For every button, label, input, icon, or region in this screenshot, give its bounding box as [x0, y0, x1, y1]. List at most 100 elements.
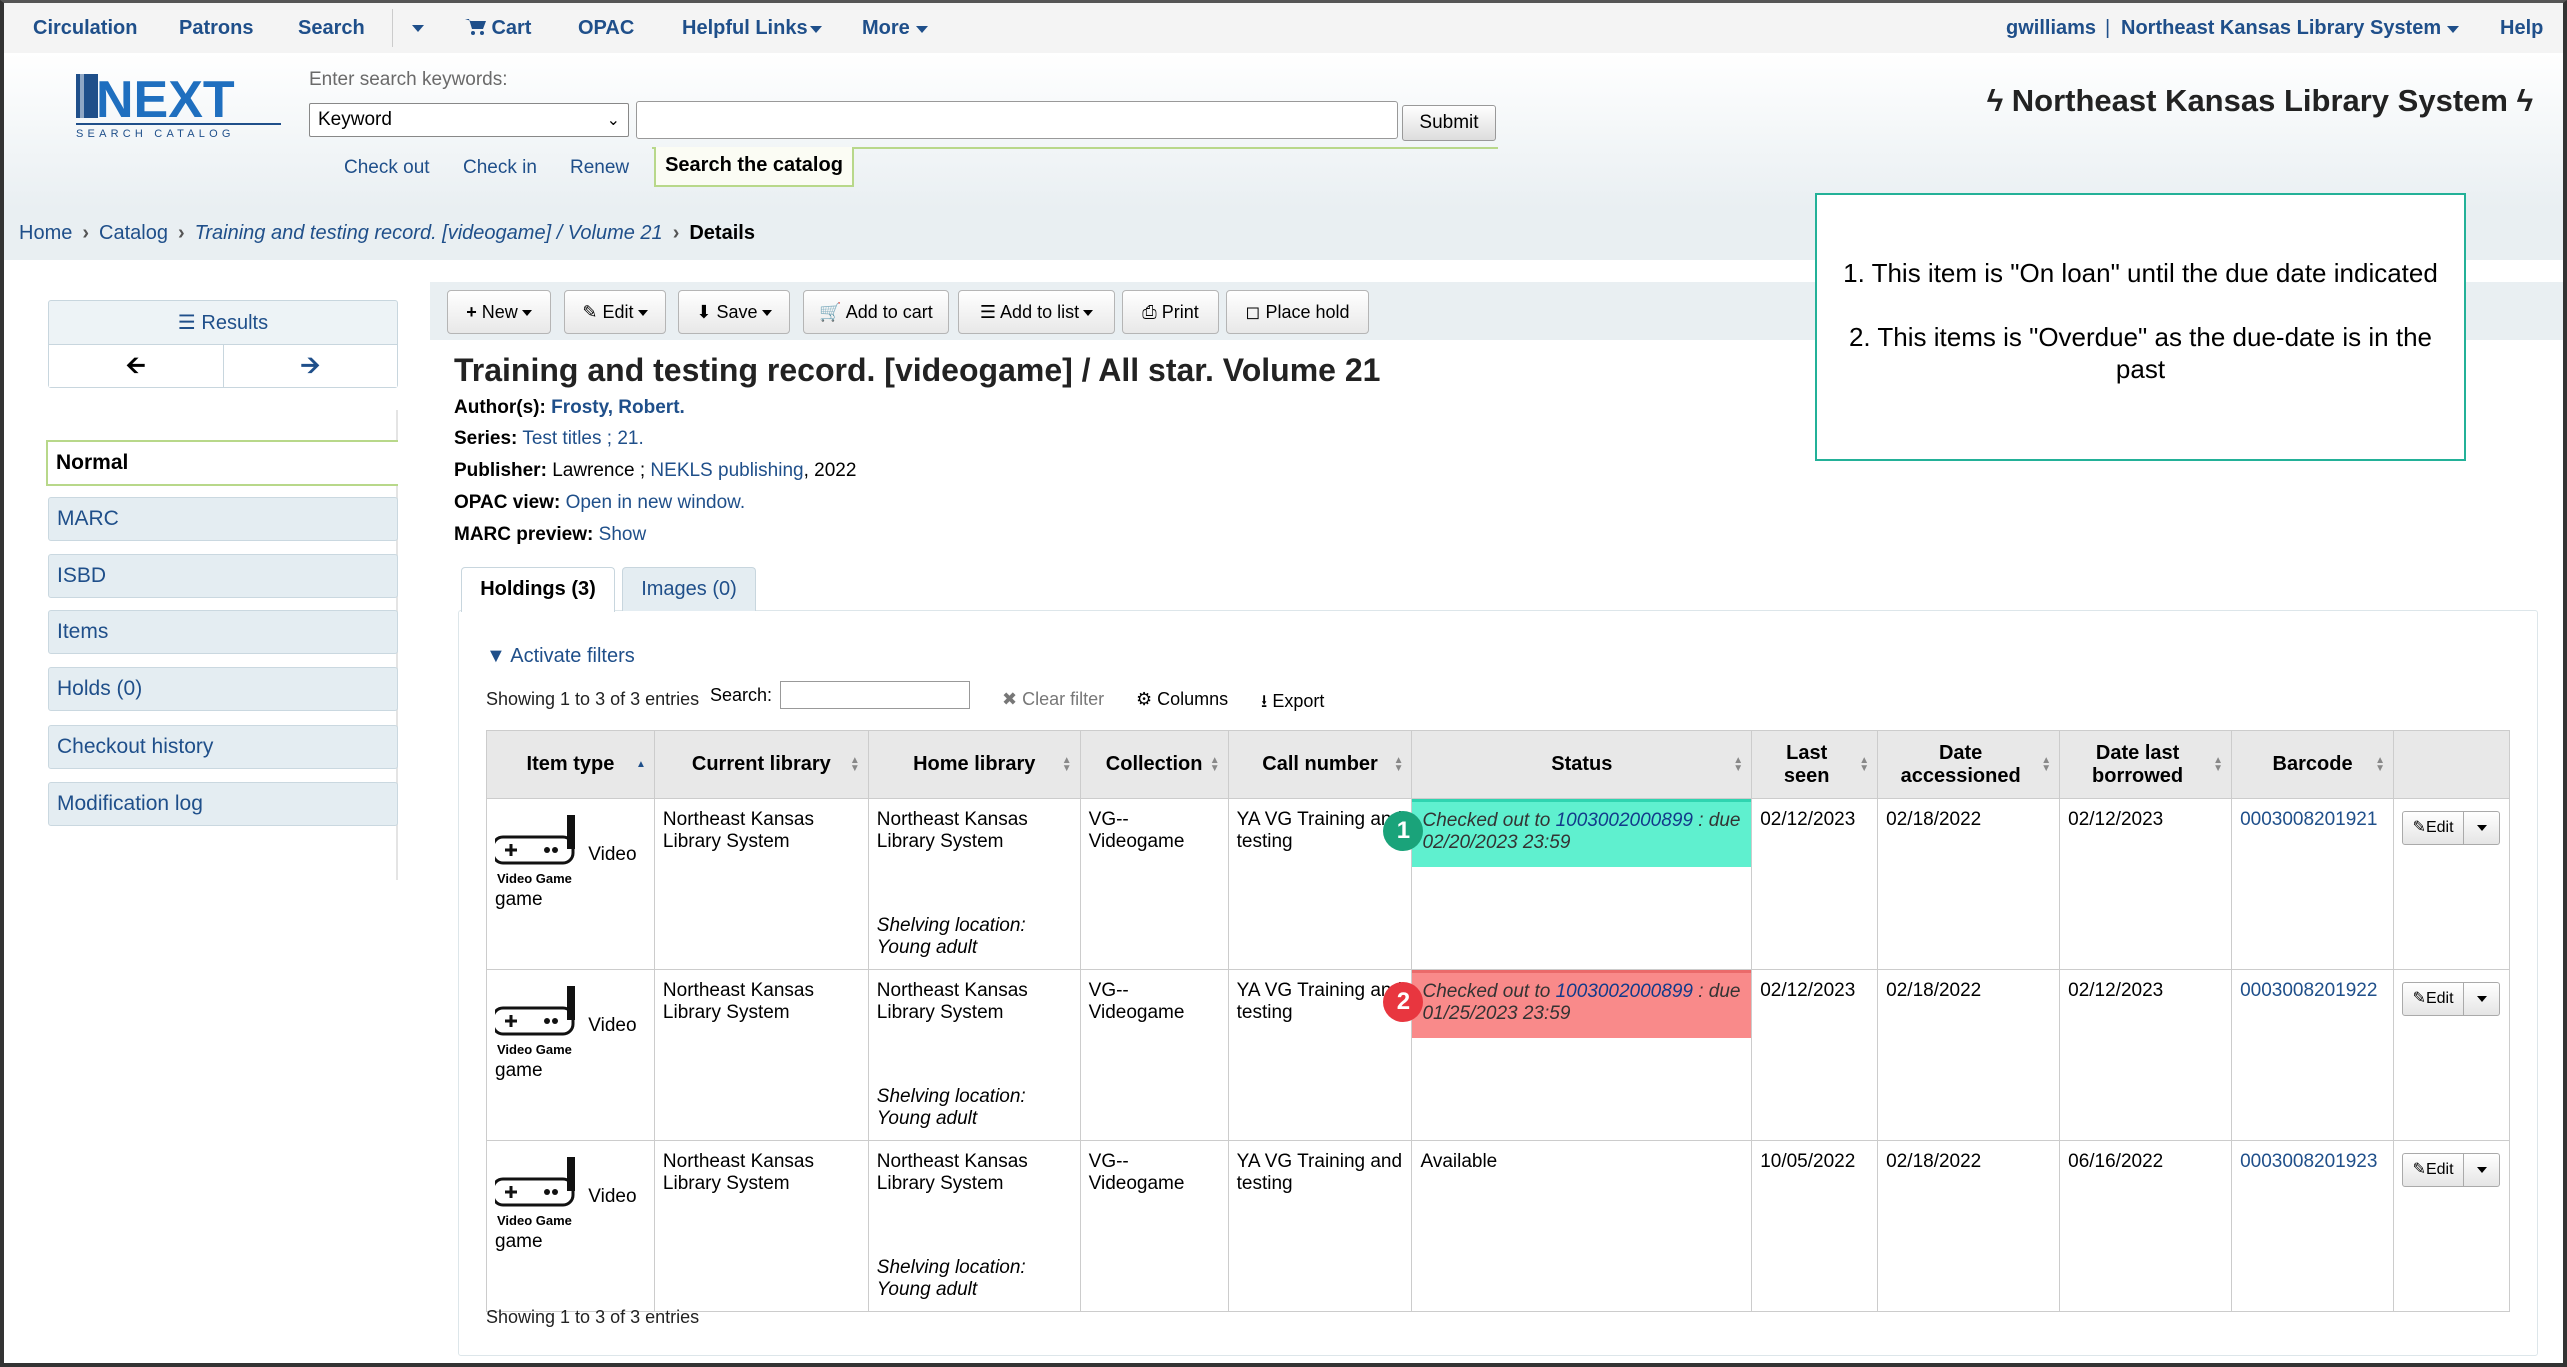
search-catalog-tab[interactable]: Search the catalog	[654, 147, 854, 187]
sidebar-item-holds[interactable]: Holds (0)	[48, 667, 398, 711]
chevron-down-icon	[2476, 1166, 2487, 1173]
checkin-tab[interactable]: Check in	[463, 157, 537, 179]
barcode-link[interactable]: 0003008201923	[2240, 1151, 2377, 1172]
activate-filters-label: Activate filters	[510, 645, 635, 667]
chevron-down-icon	[2447, 26, 2460, 34]
barcode-link[interactable]: 0003008201922	[2240, 980, 2377, 1001]
previous-arrow-icon[interactable]: 🡨	[49, 345, 224, 387]
col-current-library[interactable]: Current library ▲ ▼	[653, 730, 869, 799]
nav-library[interactable]: Northeast Kansas Library System	[2121, 17, 2460, 40]
actions-cell: ✎Edit	[2393, 969, 2510, 1141]
col-item-type[interactable]: Item type ▲	[486, 730, 655, 799]
breadcrumb-home[interactable]: Home	[19, 222, 72, 244]
item-edit-dropdown[interactable]	[2464, 811, 2501, 845]
sidebar-item-marc[interactable]: MARC	[48, 497, 398, 541]
user-name-link[interactable]: gwilliams	[2006, 17, 2096, 39]
col-date-last-borrowed[interactable]: Date last borrowed ▲ ▼	[2059, 730, 2233, 799]
results-link[interactable]: ☰ Results	[49, 301, 397, 345]
submit-button[interactable]: Submit	[1402, 105, 1496, 141]
list-icon: ☰	[177, 312, 196, 334]
next-arrow-icon[interactable]: 🡪	[223, 345, 397, 387]
nav-search[interactable]: Search	[298, 17, 365, 40]
activate-filters-link[interactable]: ▼ Activate filters	[486, 645, 635, 668]
series-link[interactable]: Test titles ; 21.	[522, 428, 643, 449]
sidebar-item-modification-log[interactable]: Modification log	[48, 782, 398, 826]
author-link[interactable]: Frosty, Robert.	[551, 397, 685, 418]
item-edit-button[interactable]: ✎Edit	[2402, 982, 2465, 1016]
library-title-text: Northeast Kansas Library System	[2011, 83, 2508, 118]
col-status[interactable]: Status ▲ ▼	[1411, 730, 1753, 799]
chevron-down-icon	[2476, 995, 2487, 1002]
item-edit-button[interactable]: ✎Edit	[2402, 1153, 2465, 1187]
nav-patrons[interactable]: Patrons	[179, 17, 253, 40]
pencil-icon: ✎	[2412, 1161, 2426, 1178]
export-button[interactable]: ⭳ Export	[1261, 689, 1324, 719]
sidebar-item-normal[interactable]: Normal	[46, 440, 398, 486]
sidebar-item-items[interactable]: Items	[48, 610, 398, 654]
item-type-cell: Video Game Video game	[486, 1140, 655, 1312]
nav-search-dropdown[interactable]	[406, 17, 424, 40]
nav-help[interactable]: Help	[2500, 17, 2543, 40]
item-type-text: game	[495, 1231, 543, 1252]
patron-card-link[interactable]: 1003002000899	[1556, 810, 1693, 831]
item-edit-dropdown[interactable]	[2464, 982, 2501, 1016]
print-button[interactable]: ⎙ Print	[1122, 290, 1219, 334]
nav-cart[interactable]: Cart	[465, 17, 531, 40]
col-call-number[interactable]: Call number ▲ ▼	[1227, 730, 1413, 799]
col-date-accessioned[interactable]: Date accessioned ▲ ▼	[1877, 730, 2061, 799]
col-last-seen[interactable]: Last seen ▲ ▼	[1751, 730, 1879, 799]
search-input[interactable]	[636, 101, 1398, 139]
sidebar-item-checkout-history[interactable]: Checkout history	[48, 725, 398, 769]
barcode-link[interactable]: 0003008201921	[2240, 809, 2377, 830]
tab-holdings[interactable]: Holdings (3)	[461, 567, 615, 612]
nav-more[interactable]: More	[862, 17, 928, 40]
library-link[interactable]: Northeast Kansas Library System	[2121, 17, 2441, 39]
nav-helpful-links[interactable]: Helpful Links	[682, 17, 822, 40]
patron-card-link[interactable]: 1003002000899	[1556, 981, 1693, 1002]
col-home-library[interactable]: Home library ▲ ▼	[867, 730, 1081, 799]
home-library-text: Northeast Kansas Library System	[876, 809, 1028, 852]
add-to-list-button[interactable]: ☰ Add to list	[958, 290, 1115, 334]
item-edit-button[interactable]: ✎Edit	[2402, 811, 2465, 845]
edit-label: Edit	[602, 302, 634, 322]
col-item-type-label: Item type	[526, 753, 615, 775]
columns-button[interactable]: ⚙ Columns	[1136, 689, 1228, 710]
add-to-cart-button[interactable]: 🛒 Add to cart	[803, 290, 949, 334]
opac-link[interactable]: Open in new window.	[566, 492, 746, 513]
col-barcode[interactable]: Barcode ▲ ▼	[2231, 730, 2395, 799]
search-type-select[interactable]: Keyword ⌄	[309, 103, 629, 137]
sidebar-item-isbd[interactable]: ISBD	[48, 554, 398, 598]
bolt-icon: ϟ	[2516, 83, 2533, 118]
breadcrumb-catalog[interactable]: Catalog	[99, 222, 168, 244]
save-button[interactable]: ⬇ Save	[678, 290, 790, 334]
checkout-tab[interactable]: Check out	[344, 157, 430, 179]
status-cell: 1 Checked out to 1003002000899 : due 02/…	[1383, 798, 1753, 970]
edit-button[interactable]: ✎ Edit	[564, 290, 666, 334]
save-label: Save	[716, 302, 758, 322]
item-edit-dropdown[interactable]	[2464, 1153, 2501, 1187]
plus-icon: +	[466, 302, 477, 322]
breadcrumb-record[interactable]: Training and testing record. [videogame]…	[195, 222, 663, 244]
tab-images[interactable]: Images (0)	[622, 567, 756, 611]
marc-preview-label: MARC preview:	[454, 524, 594, 545]
nav-user[interactable]: gwilliams	[2006, 17, 2096, 40]
table-row: Video Game Video game Northeast Kansas L…	[486, 1140, 2510, 1312]
col-collection[interactable]: Collection ▲ ▼	[1079, 730, 1229, 799]
publisher-link[interactable]: NEKLS publishing	[650, 460, 803, 481]
pencil-icon: ✎	[2412, 819, 2426, 836]
search-type-value: Keyword	[318, 109, 392, 130]
renew-tab[interactable]: Renew	[570, 157, 629, 179]
new-button[interactable]: + New	[447, 290, 551, 334]
place-hold-button[interactable]: ◻ Place hold	[1226, 290, 1369, 334]
nav-opac[interactable]: OPAC	[578, 17, 634, 40]
top-navbar: Circulation Patrons Search Cart OPAC Hel…	[4, 3, 2563, 53]
table-search-input[interactable]	[780, 681, 970, 709]
nav-helpful-links-label[interactable]: Helpful Links	[682, 17, 808, 39]
next-logo[interactable]: NEXT SEARCH CATALOG	[76, 71, 281, 141]
nav-more-label[interactable]: More	[862, 17, 910, 39]
marc-preview-link[interactable]: Show	[599, 524, 647, 545]
date-accessioned-cell: 02/18/2022	[1877, 1140, 2061, 1312]
nav-circulation[interactable]: Circulation	[33, 17, 137, 40]
clear-filter-button[interactable]: ✖ Clear filter	[1002, 689, 1104, 710]
nav-cart-label[interactable]: Cart	[491, 17, 531, 39]
